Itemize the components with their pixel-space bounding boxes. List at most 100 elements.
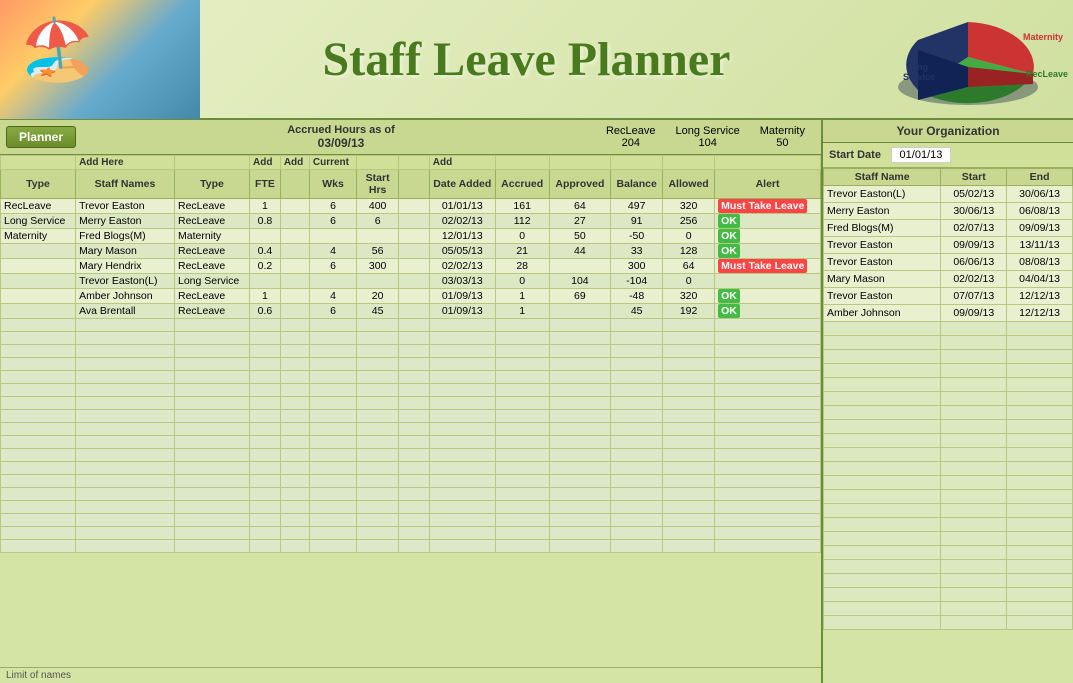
empty-cell bbox=[280, 397, 309, 410]
empty-table-row bbox=[1, 527, 821, 540]
empty-cell bbox=[549, 501, 611, 514]
empty-cell bbox=[250, 423, 281, 436]
table-row: Mary Mason RecLeave 0.4 4 56 05/05/13 21… bbox=[1, 244, 821, 259]
right-empty-cell bbox=[824, 574, 941, 588]
right-empty-cell bbox=[941, 602, 1007, 616]
right-empty-cell bbox=[1007, 532, 1073, 546]
empty-cell bbox=[715, 527, 821, 540]
empty-cell bbox=[399, 410, 430, 423]
empty-cell bbox=[174, 527, 249, 540]
cell-allowed: 64 bbox=[663, 259, 715, 274]
cell-alert: OK bbox=[715, 244, 821, 259]
right-empty-row bbox=[824, 462, 1073, 476]
cell-allowed: 192 bbox=[663, 304, 715, 319]
empty-cell bbox=[715, 475, 821, 488]
empty-cell bbox=[76, 436, 175, 449]
right-empty-cell bbox=[941, 322, 1007, 336]
planner-button[interactable]: Planner bbox=[6, 126, 76, 148]
empty-cell bbox=[495, 397, 549, 410]
empty-cell bbox=[663, 475, 715, 488]
right-empty-cell bbox=[824, 602, 941, 616]
th-approved: Approved bbox=[549, 170, 611, 199]
empty-cell bbox=[309, 462, 356, 475]
empty-cell bbox=[399, 423, 430, 436]
right-cell-end: 13/11/13 bbox=[1007, 237, 1073, 254]
empty-cell bbox=[663, 488, 715, 501]
empty-cell bbox=[280, 527, 309, 540]
right-empty-cell bbox=[941, 448, 1007, 462]
empty-cell bbox=[309, 410, 356, 423]
th-type2: Type bbox=[174, 170, 249, 199]
cell-fte: 0.8 bbox=[250, 214, 281, 229]
empty-cell bbox=[1, 345, 76, 358]
right-empty-cell bbox=[824, 448, 941, 462]
empty-cell bbox=[174, 488, 249, 501]
cell-balance: 33 bbox=[611, 244, 663, 259]
th-empty6 bbox=[549, 156, 611, 170]
empty-cell bbox=[715, 345, 821, 358]
empty-cell bbox=[76, 397, 175, 410]
empty-cell bbox=[309, 423, 356, 436]
right-empty-cell bbox=[1007, 560, 1073, 574]
th-add3: Add bbox=[429, 156, 495, 170]
empty-cell bbox=[357, 319, 399, 332]
cell-alert: OK bbox=[715, 304, 821, 319]
alert-badge: OK bbox=[718, 244, 740, 258]
empty-cell bbox=[309, 358, 356, 371]
empty-cell bbox=[549, 475, 611, 488]
empty-cell bbox=[250, 319, 281, 332]
empty-cell bbox=[76, 319, 175, 332]
svg-text:RecLeave: RecLeave bbox=[1026, 69, 1068, 79]
table-row: Ava Brentall RecLeave 0.6 6 45 01/09/13 … bbox=[1, 304, 821, 319]
right-empty-cell bbox=[941, 518, 1007, 532]
cell-type bbox=[1, 304, 76, 319]
empty-cell bbox=[309, 540, 356, 553]
empty-cell bbox=[663, 462, 715, 475]
cell-type: Long Service bbox=[1, 214, 76, 229]
right-empty-cell bbox=[1007, 420, 1073, 434]
empty-cell bbox=[429, 345, 495, 358]
empty-cell bbox=[357, 358, 399, 371]
long-service-value: 104 bbox=[676, 137, 740, 149]
empty-cell bbox=[357, 501, 399, 514]
cell-add bbox=[280, 274, 309, 289]
empty-cell bbox=[611, 410, 663, 423]
empty-cell bbox=[280, 501, 309, 514]
empty-cell bbox=[715, 423, 821, 436]
cell-name: Mary Hendrix bbox=[76, 259, 175, 274]
empty-cell bbox=[611, 527, 663, 540]
cell-approved: 69 bbox=[549, 289, 611, 304]
th-allowed: Allowed bbox=[663, 170, 715, 199]
th-staff-names: Staff Names bbox=[76, 170, 175, 199]
empty-cell bbox=[611, 345, 663, 358]
cell-alert: Must Take Leave bbox=[715, 259, 821, 274]
right-empty-cell bbox=[941, 574, 1007, 588]
right-empty-cell bbox=[1007, 616, 1073, 630]
empty-cell bbox=[174, 345, 249, 358]
cell-balance: -50 bbox=[611, 229, 663, 244]
cell-hrs bbox=[399, 244, 430, 259]
th-empty3 bbox=[357, 156, 399, 170]
cell-wks bbox=[309, 274, 356, 289]
th-start-hrs: Start Hrs bbox=[357, 170, 399, 199]
cell-hrs bbox=[399, 274, 430, 289]
right-empty-cell bbox=[941, 392, 1007, 406]
empty-cell bbox=[250, 371, 281, 384]
empty-cell bbox=[399, 488, 430, 501]
right-cell-end: 08/08/13 bbox=[1007, 254, 1073, 271]
cell-name: Amber Johnson bbox=[76, 289, 175, 304]
right-empty-cell bbox=[941, 476, 1007, 490]
releave-count: RecLeave 204 bbox=[606, 125, 656, 149]
empty-cell bbox=[611, 475, 663, 488]
empty-cell bbox=[76, 514, 175, 527]
cell-date: 01/09/13 bbox=[429, 289, 495, 304]
right-empty-row bbox=[824, 392, 1073, 406]
empty-cell bbox=[250, 475, 281, 488]
empty-cell bbox=[357, 514, 399, 527]
cell-hrs bbox=[399, 304, 430, 319]
empty-cell bbox=[280, 371, 309, 384]
alert-badge: OK bbox=[718, 229, 740, 243]
th-add1: Add bbox=[250, 156, 281, 170]
empty-cell bbox=[1, 384, 76, 397]
right-empty-cell bbox=[941, 378, 1007, 392]
